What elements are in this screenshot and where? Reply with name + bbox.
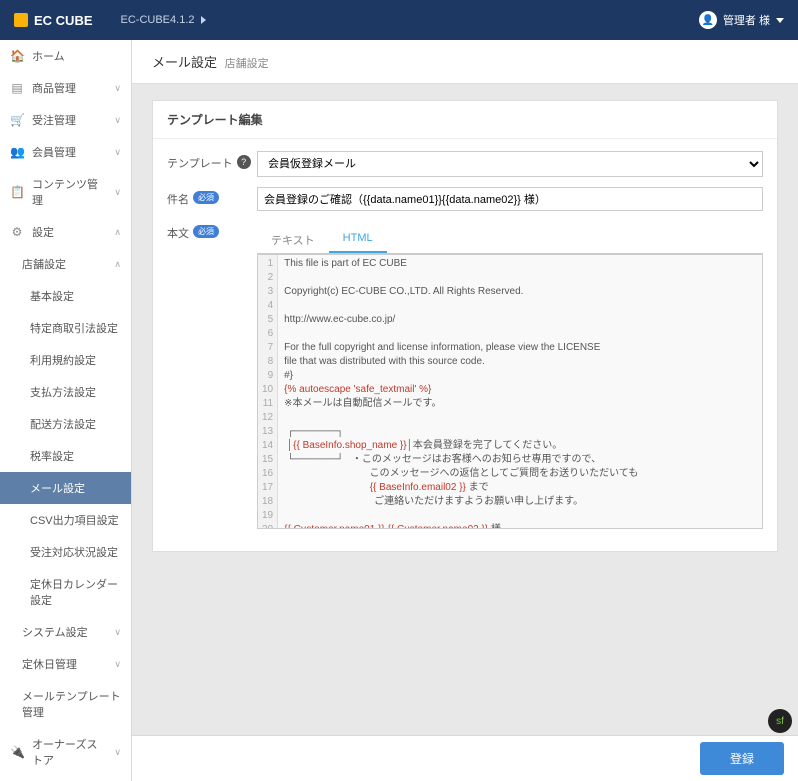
- sidebar-item-label: オーナーズストア: [32, 736, 106, 768]
- page-title: メール設定 店舗設定: [132, 40, 798, 84]
- symfony-icon[interactable]: sf: [768, 709, 792, 733]
- sidebar-item[interactable]: メールテンプレート管理: [0, 680, 131, 728]
- help-icon[interactable]: ?: [237, 155, 251, 169]
- sidebar-item-label: メール設定: [30, 480, 85, 496]
- sidebar-item-label: ホーム: [32, 48, 65, 64]
- cube-icon: [14, 13, 28, 27]
- expand-icon: ∨: [114, 627, 121, 638]
- sidebar-item[interactable]: 利用規約設定: [0, 344, 131, 376]
- tab-html[interactable]: HTML: [329, 227, 387, 253]
- sidebar-item[interactable]: メール設定: [0, 472, 131, 504]
- menu-icon: 🏠: [10, 49, 24, 63]
- user-menu[interactable]: 👤 管理者 様: [699, 11, 784, 29]
- sidebar-item-label: 会員管理: [32, 144, 76, 160]
- card-header: テンプレート編集: [153, 101, 777, 139]
- sidebar-item[interactable]: ⚙ 設定 ∧: [0, 216, 131, 248]
- menu-icon: 📋: [10, 185, 24, 199]
- user-name: 管理者 様: [723, 12, 770, 28]
- template-label: テンプレート ?: [167, 151, 257, 177]
- sidebar-item-label: CSV出力項目設定: [30, 512, 119, 528]
- sidebar-item[interactable]: 🔌 オーナーズストア ∨: [0, 728, 131, 776]
- version-link[interactable]: EC-CUBE4.1.2: [121, 14, 206, 26]
- code-editor[interactable]: 1 2 3 4 5 6 7 8 9 10 11 12 13 14 15 16 1…: [257, 254, 763, 529]
- sidebar-item-label: メールテンプレート管理: [22, 688, 121, 720]
- chevron-right-icon: [201, 16, 206, 24]
- menu-icon: ⚙: [10, 225, 24, 239]
- sidebar-item-label: 定休日管理: [22, 656, 77, 672]
- sidebar: 🏠 ホーム ▤ 商品管理 ∨ 🛒 受注管理 ∨ 👥 会員管理 ∨ 📋 コンテンツ管理 ∨ ⚙ 設定 ∧ 店舗設定 ∧…: [0, 40, 132, 781]
- sidebar-item[interactable]: 受注対応状況設定: [0, 536, 131, 568]
- sidebar-item[interactable]: 🏠 ホーム: [0, 40, 131, 72]
- sidebar-item[interactable]: ▦スケジュール予約∨: [0, 776, 131, 781]
- sidebar-item-label: 利用規約設定: [30, 352, 96, 368]
- expand-icon: ∨: [114, 83, 121, 94]
- sidebar-item-label: システム設定: [22, 624, 88, 640]
- sidebar-item[interactable]: 📋 コンテンツ管理 ∨: [0, 168, 131, 216]
- menu-icon: 👥: [10, 145, 24, 159]
- required-badge: 必須: [193, 225, 219, 238]
- expand-icon: ∨: [114, 147, 121, 158]
- sidebar-item-label: 設定: [32, 224, 54, 240]
- sidebar-item[interactable]: 🛒 受注管理 ∨: [0, 104, 131, 136]
- subject-input[interactable]: [257, 187, 763, 211]
- sidebar-item-label: 定休日カレンダー設定: [30, 576, 121, 608]
- sidebar-item-label: 支払方法設定: [30, 384, 96, 400]
- body-label: 本文 必須: [167, 221, 257, 529]
- sidebar-item-label: 税率設定: [30, 448, 74, 464]
- menu-icon: ▤: [10, 81, 24, 95]
- sidebar-item[interactable]: 店舗設定 ∧: [0, 248, 131, 280]
- sidebar-item-label: 特定商取引法設定: [30, 320, 118, 336]
- sidebar-item[interactable]: 基本設定: [0, 280, 131, 312]
- sidebar-item[interactable]: 👥 会員管理 ∨: [0, 136, 131, 168]
- menu-icon: 🛒: [10, 113, 24, 127]
- brand-text: EC CUBE: [34, 13, 93, 28]
- tab-text[interactable]: テキスト: [257, 227, 329, 253]
- sidebar-item[interactable]: 配送方法設定: [0, 408, 131, 440]
- sidebar-item-label: 配送方法設定: [30, 416, 96, 432]
- sidebar-item-label: コンテンツ管理: [32, 176, 106, 208]
- required-badge: 必須: [193, 191, 219, 204]
- expand-icon: ∧: [114, 259, 121, 270]
- expand-icon: ∨: [114, 659, 121, 670]
- template-select[interactable]: 会員仮登録メール: [257, 151, 763, 177]
- sidebar-item[interactable]: システム設定 ∨: [0, 616, 131, 648]
- expand-icon: ∨: [114, 115, 121, 126]
- sidebar-item[interactable]: 特定商取引法設定: [0, 312, 131, 344]
- expand-icon: ∧: [114, 227, 121, 238]
- menu-icon: 🔌: [10, 745, 24, 759]
- sidebar-item-label: 店舗設定: [22, 256, 66, 272]
- sidebar-item[interactable]: 定休日管理 ∨: [0, 648, 131, 680]
- sidebar-item[interactable]: 支払方法設定: [0, 376, 131, 408]
- brand-logo: EC CUBE: [14, 13, 93, 28]
- sidebar-item[interactable]: CSV出力項目設定: [0, 504, 131, 536]
- expand-icon: ∨: [114, 187, 121, 198]
- save-button[interactable]: 登録: [700, 742, 784, 775]
- chevron-down-icon: [776, 18, 784, 23]
- expand-icon: ∨: [114, 747, 121, 758]
- sidebar-item[interactable]: 税率設定: [0, 440, 131, 472]
- sidebar-item-label: 受注管理: [32, 112, 76, 128]
- avatar-icon: 👤: [699, 11, 717, 29]
- sidebar-item-label: 基本設定: [30, 288, 74, 304]
- sidebar-item[interactable]: 定休日カレンダー設定: [0, 568, 131, 616]
- sidebar-item-label: 商品管理: [32, 80, 76, 96]
- sidebar-item[interactable]: ▤ 商品管理 ∨: [0, 72, 131, 104]
- subject-label: 件名 必須: [167, 187, 257, 211]
- sidebar-item-label: 受注対応状況設定: [30, 544, 118, 560]
